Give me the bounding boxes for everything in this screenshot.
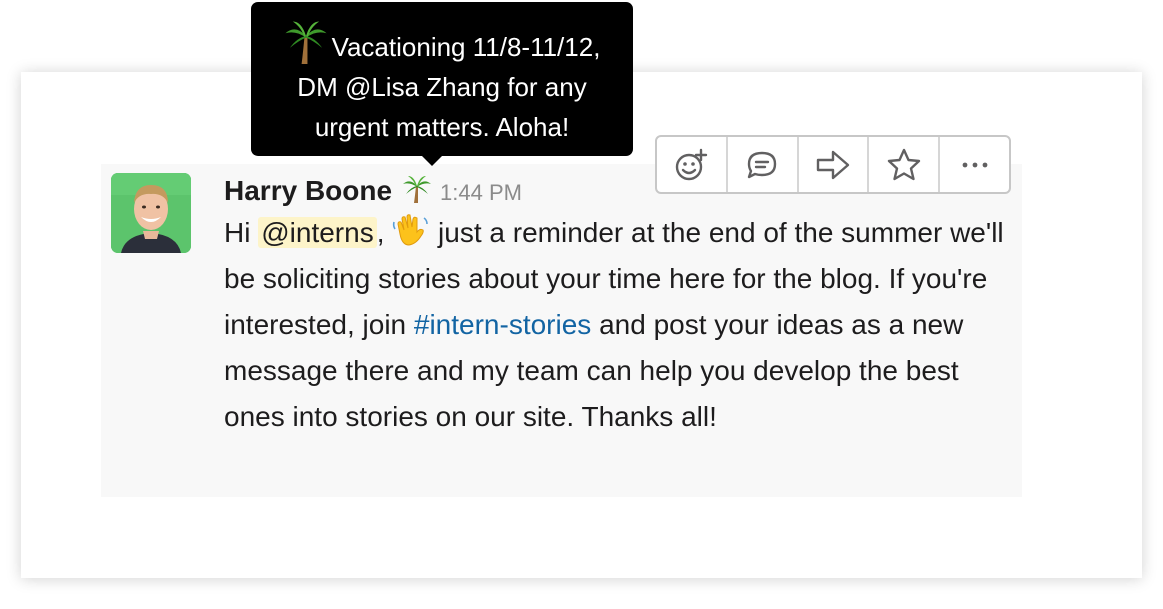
share-message-button[interactable]	[799, 137, 870, 192]
user-group-mention[interactable]: @interns	[258, 217, 377, 248]
tooltip-arrow	[421, 155, 443, 166]
more-actions-icon	[957, 147, 993, 183]
palm-tree-icon	[284, 18, 328, 66]
author-name[interactable]: Harry Boone	[224, 175, 392, 207]
more-actions-button[interactable]	[940, 137, 1009, 192]
tooltip-line-1: Vacationing 11/8-11/12,	[251, 18, 633, 67]
star-message-button[interactable]	[869, 137, 941, 192]
share-icon	[815, 147, 851, 183]
waving-hand-icon[interactable]	[392, 214, 430, 248]
tooltip-line-2: DM @Lisa Zhang for any	[297, 72, 587, 102]
message-body: Hi @interns, just a reminder at the end …	[224, 210, 1024, 440]
message-header: Harry Boone 1:44 PM	[224, 170, 522, 210]
tooltip-line-3: urgent matters. Aloha!	[314, 112, 570, 142]
message-actions-toolbar	[655, 135, 1011, 194]
reply-thread-icon	[744, 147, 780, 183]
status-tooltip: Vacationing 11/8-11/12, DM @Lisa Zhang f…	[251, 2, 633, 156]
add-reaction-icon	[673, 147, 709, 183]
message-text-comma: ,	[376, 217, 385, 248]
channel-link[interactable]: #intern-stories	[414, 309, 591, 340]
add-reaction-button[interactable]	[657, 137, 728, 192]
avatar[interactable]	[111, 173, 191, 253]
star-icon	[886, 147, 922, 183]
tooltip-text-1: Vacationing 11/8-11/12,	[331, 32, 601, 62]
reply-thread-button[interactable]	[728, 137, 799, 192]
message-timestamp[interactable]: 1:44 PM	[440, 180, 522, 206]
palm-tree-icon[interactable]	[402, 174, 432, 204]
message-text-start: Hi	[224, 217, 259, 248]
